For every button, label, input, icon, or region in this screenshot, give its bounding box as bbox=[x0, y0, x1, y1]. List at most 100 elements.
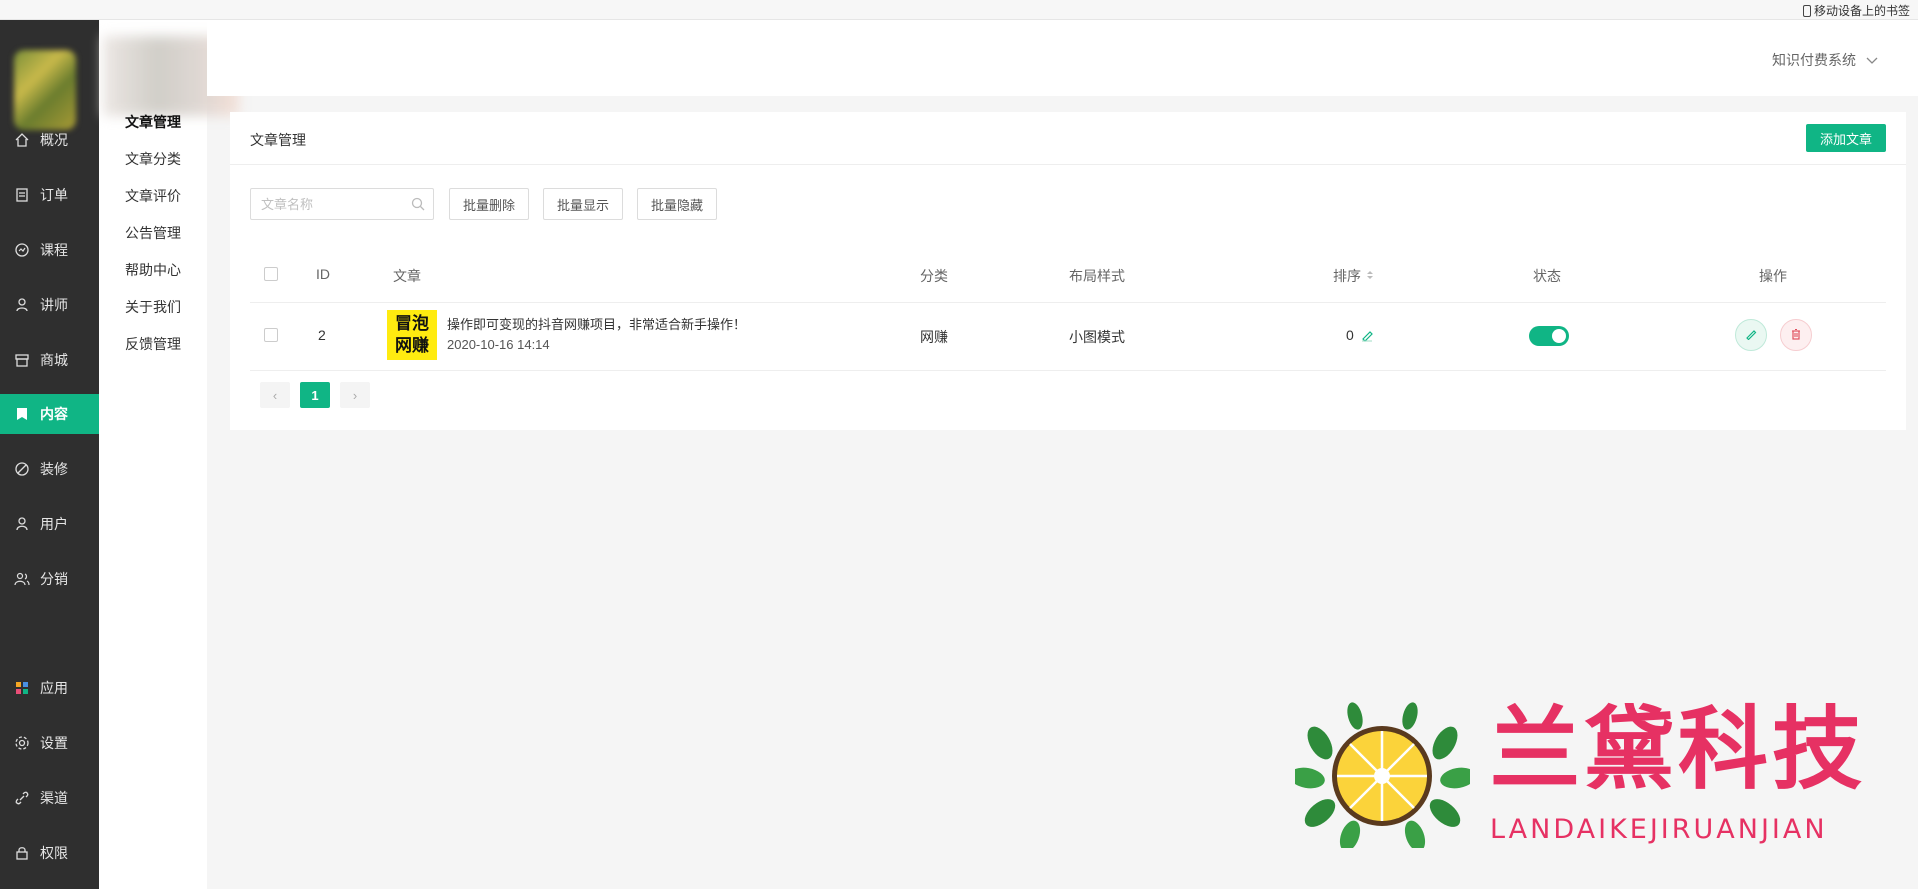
edit-sort-icon[interactable] bbox=[1360, 328, 1374, 345]
sidebar-item-label: 应用 bbox=[40, 680, 68, 696]
store-icon bbox=[14, 352, 30, 368]
apps-icon bbox=[14, 680, 30, 696]
thumbnail-text-line1: 冒泡 bbox=[395, 314, 429, 333]
column-layout: 布局样式 bbox=[1069, 268, 1125, 284]
sidebar-item-permissions[interactable]: 权限 bbox=[0, 833, 99, 873]
sidebar-item-apps[interactable]: 应用 bbox=[0, 668, 99, 708]
delete-article-button[interactable] bbox=[1780, 319, 1812, 351]
mobile-bookmarks-label: 移动设备上的书签 bbox=[1813, 4, 1910, 18]
article-date: 2020-10-16 14:14 bbox=[447, 337, 550, 352]
watermark-subtitle: LANDAIKEJIRUANJIAN bbox=[1490, 814, 1828, 845]
decorate-icon bbox=[14, 461, 30, 477]
order-icon bbox=[14, 187, 30, 203]
pagination-page-1[interactable]: 1 bbox=[300, 382, 330, 408]
search-icon[interactable] bbox=[411, 197, 425, 214]
sidebar-item-courses[interactable]: 课程 bbox=[0, 230, 99, 270]
subnav-item-article-reviews[interactable]: 文章评价 bbox=[125, 186, 181, 206]
column-status: 状态 bbox=[1533, 268, 1561, 284]
pagination-next-button[interactable]: › bbox=[340, 382, 370, 408]
sidebar-item-teachers[interactable]: 讲师 bbox=[0, 285, 99, 325]
sidebar-item-label: 用户 bbox=[40, 516, 68, 532]
course-icon bbox=[14, 242, 30, 258]
table-row: 2 冒泡 网赚 操作即可变现的抖音网赚项目，非常适合新手操作！ 2020-10-… bbox=[250, 302, 1886, 370]
sidebar-item-distribution[interactable]: 分销 bbox=[0, 559, 99, 599]
column-id: ID bbox=[316, 266, 330, 282]
mobile-bookmarks-link[interactable]: 移动设备上的书签 bbox=[1802, 2, 1910, 19]
pagination-prev-button[interactable]: ‹ bbox=[260, 382, 290, 408]
article-layout: 小图模式 bbox=[1069, 329, 1125, 345]
sidebar-item-decorate[interactable]: 装修 bbox=[0, 449, 99, 489]
add-article-button[interactable]: 添加文章 bbox=[1806, 124, 1886, 152]
batch-show-button[interactable]: 批量显示 bbox=[543, 188, 623, 220]
batch-hide-button[interactable]: 批量隐藏 bbox=[637, 188, 717, 220]
browser-bookmark-bar: 移动设备上的书签 bbox=[0, 0, 1918, 20]
thumbnail-text-line2: 网赚 bbox=[395, 336, 429, 355]
card-title: 文章管理 bbox=[250, 132, 306, 148]
column-actions: 操作 bbox=[1759, 268, 1787, 284]
sidebar-item-label: 内容 bbox=[40, 406, 68, 422]
article-search bbox=[250, 188, 434, 220]
column-sort[interactable]: 排序 bbox=[1333, 266, 1375, 286]
pencil-icon bbox=[1745, 327, 1757, 343]
subnav-item-about-us[interactable]: 关于我们 bbox=[125, 297, 181, 317]
row-divider bbox=[250, 370, 1886, 371]
edit-article-button[interactable] bbox=[1735, 319, 1767, 351]
user-icon bbox=[14, 516, 30, 532]
column-category: 分类 bbox=[920, 268, 948, 284]
chevron-down-icon bbox=[1866, 52, 1878, 68]
sidebar-item-users[interactable]: 用户 bbox=[0, 504, 99, 544]
article-title: 操作即可变现的抖音网赚项目，非常适合新手操作！ bbox=[447, 317, 747, 332]
content-subnav: 文章管理 文章分类 文章评价 公告管理 帮助中心 关于我们 反馈管理 bbox=[99, 20, 239, 889]
subnav-item-article-management[interactable]: 文章管理 bbox=[125, 112, 181, 132]
subnav-item-help-center[interactable]: 帮助中心 bbox=[125, 260, 181, 280]
subnav-item-article-categories[interactable]: 文章分类 bbox=[125, 149, 181, 169]
column-sort-label: 排序 bbox=[1333, 268, 1361, 284]
select-all-checkbox[interactable] bbox=[264, 267, 278, 281]
phone-icon bbox=[1802, 4, 1811, 17]
sidebar-item-orders[interactable]: 订单 bbox=[0, 175, 99, 215]
trash-icon bbox=[1790, 327, 1802, 343]
sort-arrows-icon bbox=[1365, 268, 1375, 284]
article-management-card: 文章管理 添加文章 批量删除 批量显示 批量隐藏 ID 文章 分类 布局样式 排… bbox=[230, 112, 1906, 430]
row-id: 2 bbox=[318, 327, 326, 343]
status-toggle[interactable] bbox=[1529, 326, 1569, 346]
channel-icon bbox=[14, 790, 30, 806]
watermark-title: 兰黛科技 bbox=[1490, 697, 1866, 802]
article-sort-value: 0 bbox=[1346, 327, 1354, 343]
sidebar-item-label: 设置 bbox=[40, 735, 68, 751]
sidebar-item-store[interactable]: 商城 bbox=[0, 340, 99, 380]
sidebar-item-label: 商城 bbox=[40, 352, 68, 368]
gear-icon bbox=[14, 735, 30, 751]
lock-icon bbox=[14, 845, 30, 861]
sidebar-item-label: 课程 bbox=[40, 242, 68, 258]
batch-delete-button[interactable]: 批量删除 bbox=[449, 188, 529, 220]
sidebar-item-label: 权限 bbox=[40, 845, 68, 861]
app-logo bbox=[14, 50, 76, 130]
column-article: 文章 bbox=[393, 268, 421, 284]
sidebar-item-label: 渠道 bbox=[40, 790, 68, 806]
sidebar-item-channels[interactable]: 渠道 bbox=[0, 778, 99, 818]
teacher-icon bbox=[14, 297, 30, 313]
sidebar-item-settings[interactable]: 设置 bbox=[0, 723, 99, 763]
article-thumbnail: 冒泡 网赚 bbox=[387, 310, 437, 360]
system-switcher-label: 知识付费系统 bbox=[1772, 52, 1856, 68]
sidebar-item-label: 概况 bbox=[40, 132, 68, 148]
sidebar-item-label: 订单 bbox=[40, 187, 68, 203]
watermark-logo bbox=[1295, 702, 1470, 848]
article-category: 网赚 bbox=[920, 329, 948, 345]
subnav-item-feedback[interactable]: 反馈管理 bbox=[125, 334, 181, 354]
article-search-input[interactable] bbox=[261, 196, 401, 212]
top-header: 知识付费系统 bbox=[207, 20, 1918, 96]
row-checkbox[interactable] bbox=[264, 328, 278, 342]
table-header: ID 文章 分类 布局样式 排序 状态 操作 bbox=[250, 254, 1886, 294]
home-icon bbox=[14, 132, 30, 148]
sidebar-item-label: 讲师 bbox=[40, 297, 68, 313]
system-switcher[interactable]: 知识付费系统 bbox=[1772, 50, 1878, 70]
distribution-icon bbox=[14, 571, 30, 587]
subnav-item-announcements[interactable]: 公告管理 bbox=[125, 223, 181, 243]
sidebar-item-content[interactable]: 内容 bbox=[0, 394, 99, 434]
sidebar-item-overview[interactable]: 概况 bbox=[0, 120, 99, 160]
sidebar-item-label: 分销 bbox=[40, 571, 68, 587]
main-sidebar: 概况 订单 课程 讲师 商城 内容 装修 用户 分销 应用 设置 渠道 权限 bbox=[0, 20, 99, 889]
content-icon bbox=[14, 406, 30, 422]
